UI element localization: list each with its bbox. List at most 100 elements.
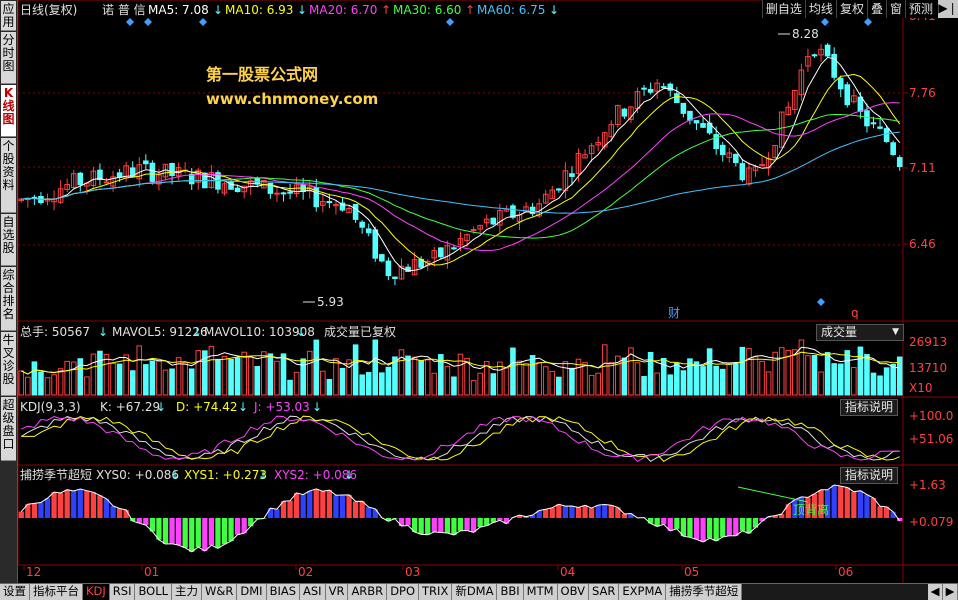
indicator-tab-1[interactable]: 指标平台 (30, 584, 83, 600)
oscillator-bar (832, 485, 837, 518)
indicator-tab-14[interactable]: 新DMA (452, 584, 497, 600)
volume-bar (340, 368, 345, 395)
sidebar-tab-6[interactable]: 牛叉诊股 (1, 332, 16, 396)
volume-bar (504, 368, 509, 395)
kdj-axis-0: +100.0 (909, 409, 953, 423)
indicator-tab-5[interactable]: 主力 (172, 584, 202, 600)
toolbar-button-4[interactable]: 窗 (886, 0, 905, 18)
stock-name: 诺 普 信 (102, 3, 146, 17)
volume-bar (681, 371, 686, 395)
oscillator-bar (202, 518, 207, 551)
indicator-tab-2[interactable]: KDJ (83, 584, 110, 600)
oscillator-bar (419, 518, 424, 534)
oscillator-bar (425, 518, 430, 535)
sidebar-tab-7[interactable]: 超级盘口 (1, 397, 16, 461)
candle-body (648, 89, 653, 92)
volume-bar (747, 348, 752, 395)
candle-body (288, 192, 293, 193)
oscillator-bar (714, 518, 719, 541)
volume-bar (570, 368, 575, 395)
indicator-tab-6[interactable]: W&R (202, 584, 237, 600)
indicator-tab-3[interactable]: RSI (110, 584, 136, 600)
candle-body (353, 204, 358, 219)
custom-arrow-1: ↓ (258, 468, 268, 482)
oscillator-bar (438, 518, 443, 533)
volume-bar (262, 352, 267, 395)
oscillator-bar (209, 518, 214, 545)
toolbar-button-0[interactable]: 删自选 (762, 0, 805, 18)
event-diamond-icon (126, 18, 134, 26)
volume-selector[interactable]: 成交量 ▼ (816, 324, 904, 341)
ma-arrow-1: ↓ (297, 3, 307, 17)
indicator-tab-13[interactable]: TRIX (419, 584, 452, 600)
toolbar: 删自选均线复权叠窗预测▶❘ (762, 0, 958, 18)
oscillator-bar (222, 518, 227, 544)
volume-bar (812, 356, 817, 395)
toolbar-button-3[interactable]: 叠 (867, 0, 886, 18)
sidebar-tab-5[interactable]: 综合排名 (1, 267, 16, 331)
stock-chart[interactable]: 日线(复权)诺 普 信MA5: 7.08↓MA10: 6.93↓MA20: 6.… (18, 0, 958, 583)
oscillator-bar (399, 518, 404, 526)
candle-body (642, 88, 647, 89)
indicator-tab-12[interactable]: DPO (387, 584, 419, 600)
sidebar-tab-2[interactable]: K线图 (1, 85, 16, 137)
toolbar-button-2[interactable]: 复权 (836, 0, 867, 18)
oscillator-bar (294, 493, 299, 518)
watermark-url: www.chnmoney.com (206, 90, 378, 108)
oscillator-bar (228, 518, 233, 541)
indicator-tab-20[interactable]: 捕捞季节超短 (666, 584, 742, 600)
volume-bar (471, 380, 476, 395)
financial-marker: 财 (668, 306, 680, 320)
sidebar-tab-0[interactable]: 应用 (1, 1, 16, 31)
volume-bar (806, 356, 811, 395)
kdj-j: J: +53.03 (253, 400, 310, 414)
indicator-tab-16[interactable]: MTM (524, 584, 558, 600)
sidebar-tab-1[interactable]: 分时图 (1, 32, 16, 84)
volume-bar (294, 372, 299, 395)
indicator-tab-11[interactable]: ARBR (348, 584, 387, 600)
toolbar-collapse-icon[interactable]: ▶❘ (938, 0, 958, 18)
sidebar-tab-3[interactable]: 个股资料 (1, 138, 16, 213)
indicator-tab-8[interactable]: BIAS (267, 584, 300, 600)
indicator-tab-10[interactable]: VR (326, 584, 349, 600)
oscillator-bar (340, 495, 345, 518)
indicator-tab-9[interactable]: ASI (300, 584, 326, 600)
oscillator-bar (51, 492, 56, 518)
indicator-tab-0[interactable]: 设置 (0, 584, 30, 600)
indicator-tab-7[interactable]: DMI (237, 584, 266, 600)
scroll-right-icon[interactable]: ▶ (943, 584, 958, 600)
volume-bar (543, 367, 548, 395)
x-axis-label-2: 02 (298, 565, 313, 579)
indicator-tab-18[interactable]: SAR (589, 584, 619, 600)
volume-arrow-0: ↓ (98, 325, 108, 339)
volume-bar (793, 350, 798, 395)
volume-axis-0: 26913 (909, 335, 947, 349)
oscillator-bar (707, 518, 712, 538)
toolbar-button-1[interactable]: 均线 (805, 0, 836, 18)
indicator-tab-15[interactable]: BBI (497, 584, 523, 600)
kdj-j-line (21, 416, 899, 461)
sidebar-tab-4[interactable]: 自选股 (1, 214, 16, 266)
ma-legend-0: MA5: 7.08 (148, 3, 209, 17)
candle-body (452, 248, 457, 249)
indicator-tab-4[interactable]: BOLL (135, 584, 172, 600)
volume-bar (871, 373, 876, 395)
volume-bar (707, 349, 712, 395)
volume-bar (104, 354, 109, 395)
volume-bar (19, 371, 24, 395)
candle-body (275, 193, 280, 194)
volume-bar (425, 360, 430, 395)
toolbar-button-5[interactable]: 预测 (905, 0, 936, 18)
indicator-tab-19[interactable]: EXPMA (619, 584, 666, 600)
price-axis-label-3: 6.46 (909, 237, 936, 251)
volume-bar (91, 354, 96, 395)
oscillator-bar (333, 495, 338, 518)
oscillator-bar (563, 506, 568, 518)
scroll-left-icon[interactable]: ◀ (928, 584, 943, 600)
volume-bar (622, 358, 627, 395)
event-diamond-icon (817, 298, 825, 306)
q-marker: q (851, 306, 859, 320)
indicator-tab-17[interactable]: OBV (558, 584, 589, 600)
kdj-help-button[interactable]: 指标说明 (840, 399, 898, 416)
custom-help-button[interactable]: 指标说明 (840, 467, 898, 484)
